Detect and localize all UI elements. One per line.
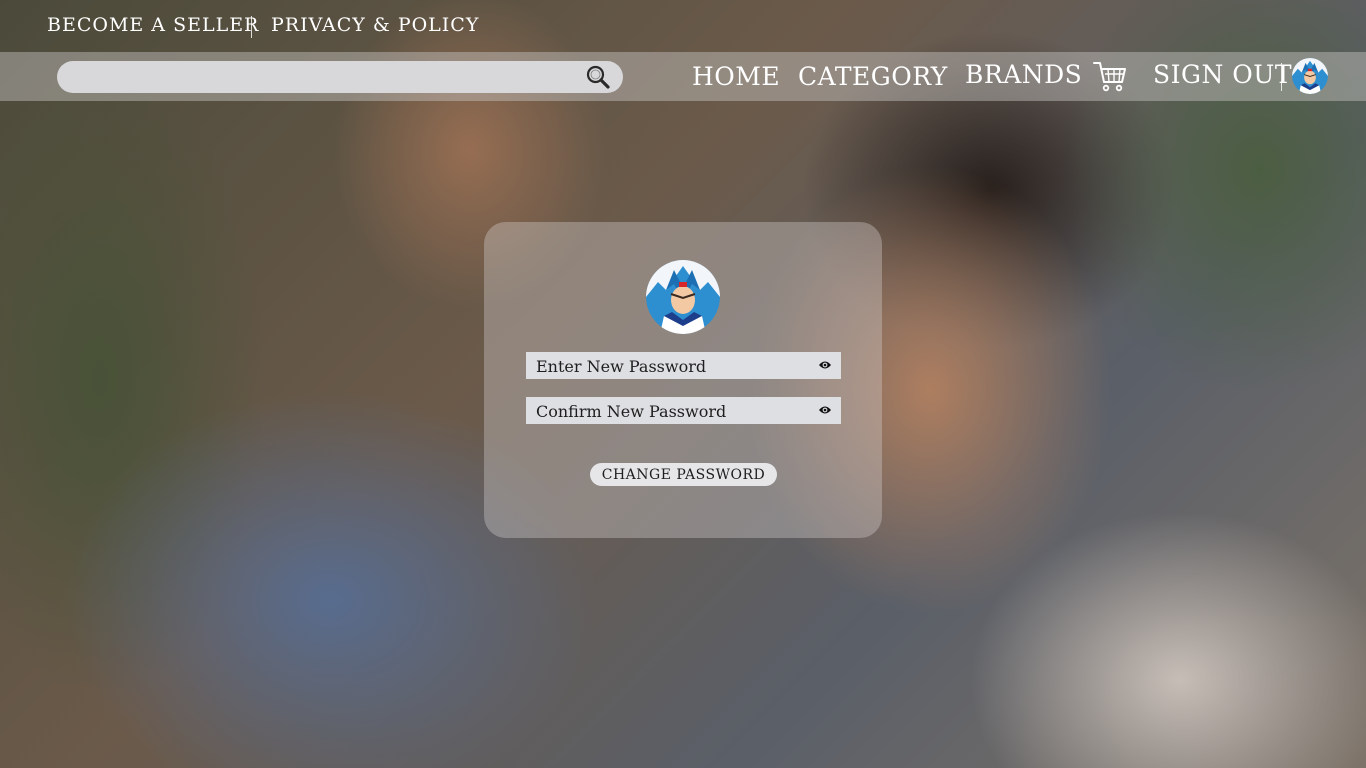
confirm-password-input[interactable]: [534, 399, 808, 424]
change-password-page: BECOME A SELLER PRIVACY & POLICY HOME CA…: [0, 0, 1366, 768]
top-bar-divider: [251, 16, 252, 38]
search-bar: [57, 61, 623, 93]
nav-category-link[interactable]: CATEGORY: [798, 62, 948, 91]
search-icon[interactable]: [585, 64, 611, 90]
confirm-password-field: [526, 397, 841, 424]
privacy-policy-link[interactable]: PRIVACY & POLICY: [271, 14, 479, 36]
main-navbar: HOME CATEGORY BRANDS SIGN OUT: [0, 52, 1366, 101]
avatar-icon: [1292, 58, 1328, 94]
new-password-field: [526, 352, 841, 379]
cart-icon[interactable]: [1092, 58, 1128, 94]
change-password-card: CHANGE PASSWORD: [484, 222, 882, 538]
top-bar: BECOME A SELLER PRIVACY & POLICY: [0, 0, 1366, 52]
eye-icon[interactable]: [818, 359, 832, 371]
nav-divider: [1281, 63, 1282, 91]
new-password-input[interactable]: [534, 354, 808, 379]
change-password-button[interactable]: CHANGE PASSWORD: [590, 463, 777, 486]
nav-brands-link[interactable]: BRANDS: [965, 60, 1082, 89]
search-input[interactable]: [71, 66, 575, 90]
nav-sign-out-link[interactable]: SIGN OUT: [1153, 60, 1292, 89]
become-seller-link[interactable]: BECOME A SELLER: [47, 14, 259, 36]
eye-icon[interactable]: [818, 404, 832, 416]
avatar-icon: [646, 260, 720, 334]
user-avatar[interactable]: [1292, 58, 1328, 94]
nav-home-link[interactable]: HOME: [692, 62, 780, 91]
profile-avatar: [646, 260, 720, 334]
